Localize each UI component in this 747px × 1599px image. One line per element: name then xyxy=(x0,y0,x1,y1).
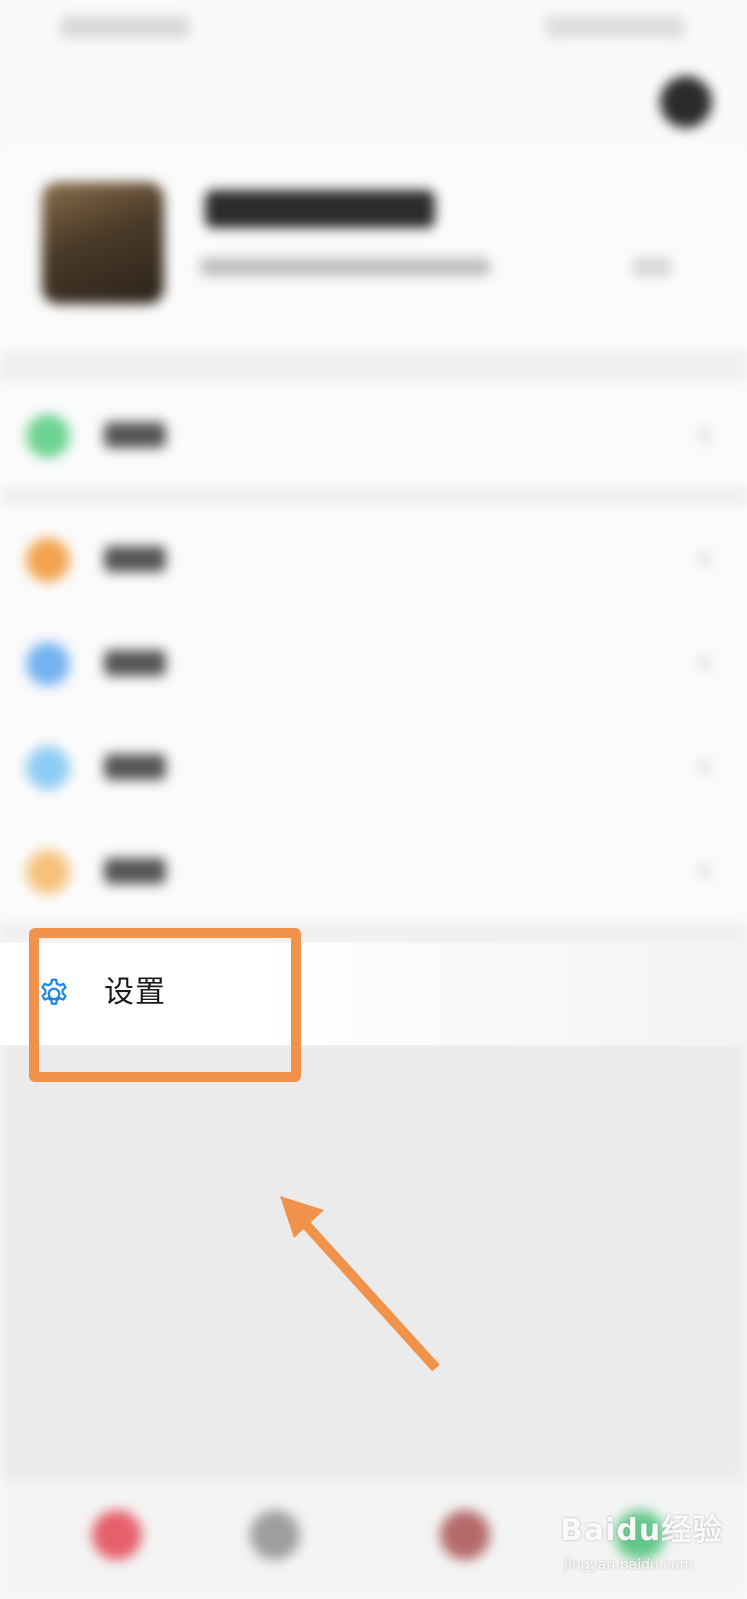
menu-row-label xyxy=(104,858,166,884)
avatar[interactable] xyxy=(42,182,164,304)
section-divider xyxy=(0,486,747,506)
profile-id xyxy=(200,258,490,276)
profile-header[interactable] xyxy=(0,150,747,350)
menu-row-moments[interactable] xyxy=(0,610,747,714)
watermark-url: jingyan.baidu.com xyxy=(564,1557,694,1573)
menu-row-pay[interactable] xyxy=(0,382,747,486)
more-button[interactable] xyxy=(660,76,712,128)
stickers-icon xyxy=(26,850,70,894)
status-bar-left xyxy=(60,16,190,38)
profile-name xyxy=(205,190,435,228)
moments-icon xyxy=(26,642,70,686)
menu-row-cards[interactable] xyxy=(0,714,747,818)
tab-discover-icon[interactable] xyxy=(440,1510,490,1560)
chevron-right-icon xyxy=(700,654,710,672)
qr-code-icon[interactable] xyxy=(632,258,672,276)
tab-chats-icon[interactable] xyxy=(92,1510,142,1560)
menu-row-favorites[interactable] xyxy=(0,506,747,610)
settings-row-fade xyxy=(260,943,747,1045)
menu-row-label xyxy=(104,546,166,572)
cards-icon xyxy=(26,746,70,790)
chevron-right-icon xyxy=(700,550,710,568)
pay-icon xyxy=(26,414,70,458)
chevron-right-icon xyxy=(700,862,710,880)
blurred-background xyxy=(0,0,747,1599)
chevron-right-icon xyxy=(700,758,710,776)
watermark-brand: Baidu经验 xyxy=(560,1513,724,1548)
tab-contacts-icon[interactable] xyxy=(250,1510,300,1560)
menu-row-label xyxy=(104,422,166,448)
section-divider xyxy=(0,350,747,382)
favorites-icon xyxy=(26,538,70,582)
highlight-box xyxy=(29,928,301,1082)
menu-row-label xyxy=(104,754,166,780)
baidu-watermark: Baidu经验 jingyan.baidu.com xyxy=(560,1505,740,1585)
menu-row-stickers[interactable] xyxy=(0,818,747,922)
empty-area xyxy=(0,1040,747,1480)
chevron-right-icon xyxy=(700,426,710,444)
menu-row-label xyxy=(104,650,166,676)
status-bar-right xyxy=(545,16,685,38)
